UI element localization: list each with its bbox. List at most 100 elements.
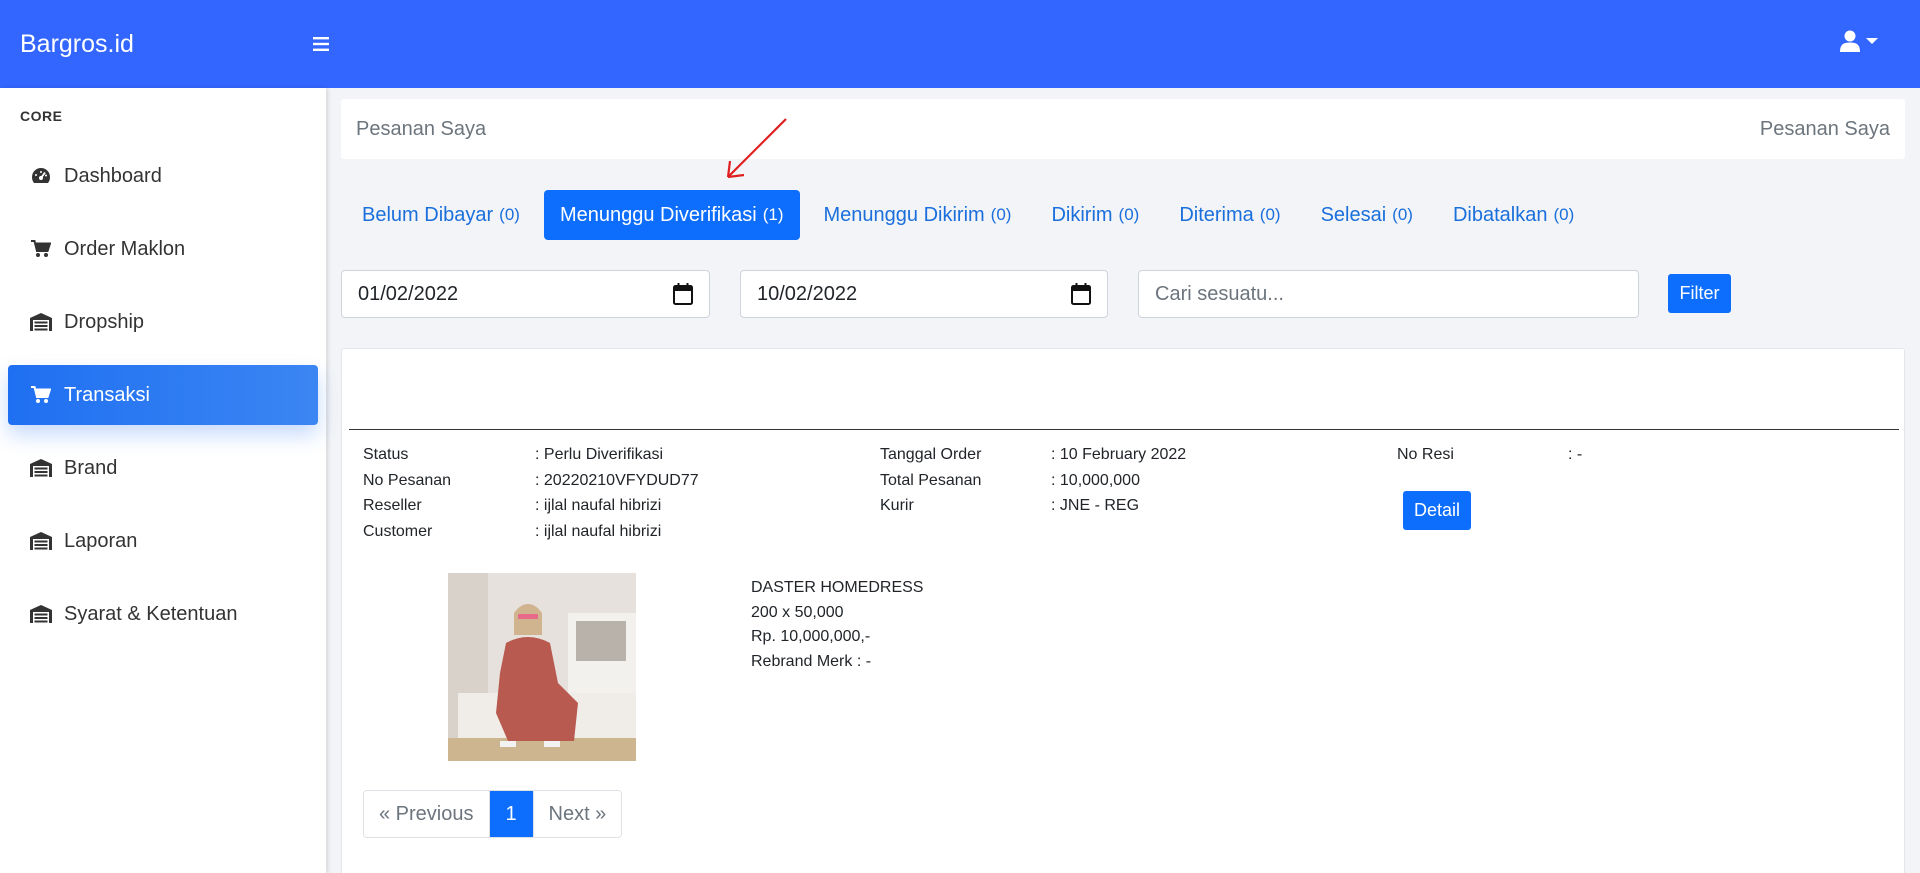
- sidebar-nav: Dashboard Order Maklon Dropship Transaks…: [0, 146, 326, 644]
- breadcrumb-item[interactable]: Pesanan Saya: [1760, 118, 1890, 141]
- sidebar-item-label: Transaksi: [64, 383, 150, 406]
- product-total: Rp. 10,000,000,-: [751, 628, 871, 645]
- order-info-col-1: Status : Perlu Diverifikasi No Pesanan: 2…: [363, 442, 699, 544]
- tab-label: Selesai: [1320, 203, 1387, 226]
- product-image: [448, 573, 636, 761]
- tab-count: (0): [499, 205, 520, 224]
- annotation-arrow-icon: [726, 118, 787, 179]
- tab-label: Dibatalkan: [1452, 203, 1548, 226]
- courier-value: : JNE - REG: [1051, 497, 1140, 514]
- reseller-row: Reseller : ijlal naufal hibrizi: [363, 493, 699, 519]
- sidebar-item-label: Laporan: [64, 529, 138, 552]
- sidebar-item-brand[interactable]: Brand: [8, 438, 318, 498]
- tab-label: Menunggu Diverifikasi: [559, 203, 757, 226]
- filter-button[interactable]: Filter: [1668, 274, 1731, 313]
- sidebar-item-label: Brand: [64, 456, 118, 479]
- order-info-col-2: Tanggal Order : 10 February 2022 Total Pe…: [880, 442, 1186, 519]
- page-title: Pesanan Saya: [356, 117, 487, 140]
- order-status-tabs: Belum Dibayar (0) Menunggu Diverifikasi (1…: [346, 190, 1598, 240]
- product-photo-illustration: [448, 573, 636, 761]
- pagination-page-1[interactable]: 1: [488, 791, 533, 837]
- tab-diterima[interactable]: Diterima (0): [1163, 190, 1296, 240]
- tab-count: (0): [1118, 205, 1140, 224]
- top-navbar: Bargros.id: [0, 0, 1920, 88]
- date-to-value: 10/02/2022: [757, 282, 858, 305]
- sidebar-item-label: Dashboard: [64, 164, 162, 187]
- customer-row: Customer : ijlal naufal hibrizi: [363, 519, 699, 545]
- calendar-icon[interactable]: [673, 283, 693, 305]
- status-value: : Perlu Diverifikasi: [535, 446, 664, 463]
- date-from-value: 01/02/2022: [358, 282, 459, 305]
- warehouse-icon: [28, 311, 54, 333]
- date-to-field[interactable]: 10/02/2022: [740, 270, 1108, 318]
- order-date-value: : 10 February 2022: [1051, 446, 1187, 463]
- order-status-row: Status : Perlu Diverifikasi: [363, 442, 699, 468]
- user-menu-dropdown[interactable]: [1840, 30, 1878, 52]
- tab-menunggu-dikirim[interactable]: Menunggu Dikirim (0): [808, 190, 1028, 240]
- sidebar: CORE Dashboard Order Maklon Dropship Tra…: [0, 88, 326, 873]
- sidebar-item-order-maklon[interactable]: Order Maklon: [8, 219, 318, 279]
- info-label: Kurir: [880, 497, 914, 514]
- product-details: DASTER HOMEDRESS 200 x 50,000 Rp. 10,000…: [751, 576, 923, 674]
- tab-count: (1): [762, 205, 784, 224]
- order-date-row: Tanggal Order : 10 February 2022: [880, 442, 1186, 468]
- pagination-next-button[interactable]: Next »: [532, 791, 622, 837]
- info-label: Status: [363, 446, 409, 463]
- tracking-value: : -: [1568, 446, 1583, 463]
- sidebar-item-dropship[interactable]: Dropship: [8, 292, 318, 352]
- tab-dibatalkan[interactable]: Dibatalkan (0): [1437, 190, 1590, 240]
- sidebar-item-transaksi[interactable]: Transaksi: [8, 365, 318, 425]
- order-total-row: Total Pesanan : 10,000,000: [880, 468, 1186, 494]
- sidebar-item-syarat-ketentuan[interactable]: Syarat & Ketentuan: [8, 584, 318, 644]
- warehouse-icon: [28, 603, 54, 625]
- order-card: Status : Perlu Diverifikasi No Pesanan: 2…: [341, 348, 1905, 873]
- tab-count: (0): [990, 205, 1012, 224]
- courier-row: Kurir : JNE - REG: [880, 493, 1186, 519]
- tab-count: (0): [1553, 205, 1575, 224]
- product-rebrand: Rebrand Merk : -: [751, 652, 872, 670]
- order-number-row: No Pesanan: 20220210VFYDUD77: [363, 468, 699, 494]
- info-label: No Resi: [1397, 446, 1454, 463]
- tab-menunggu-diverifikasi[interactable]: Menunggu Diverifikasi (1): [543, 190, 800, 240]
- order-divider: [349, 429, 1899, 430]
- sidebar-heading: CORE: [20, 108, 63, 124]
- search-input[interactable]: [1138, 270, 1639, 318]
- tab-belum-dibayar[interactable]: Belum Dibayar (0): [346, 190, 536, 240]
- sidebar-item-label: Syarat & Ketentuan: [64, 602, 238, 625]
- brand-logo[interactable]: Bargros.id: [20, 30, 306, 59]
- user-icon: [1840, 30, 1860, 52]
- gauge-icon: [28, 165, 54, 187]
- tracking-row: No Resi : -: [1397, 442, 1582, 468]
- tab-label: Dikirim: [1051, 203, 1113, 226]
- warehouse-icon: [28, 457, 54, 479]
- pagination: « Previous 1 Next »: [363, 790, 623, 838]
- chevron-down-icon: [1866, 38, 1878, 44]
- sidebar-item-dashboard[interactable]: Dashboard: [8, 146, 318, 206]
- cart-icon: [28, 238, 54, 260]
- breadcrumb: Pesanan Saya Pesanan Saya: [341, 99, 1905, 159]
- info-label: Tanggal Order: [880, 446, 982, 463]
- cart-icon: [28, 384, 54, 406]
- pagination-previous-button[interactable]: « Previous: [364, 791, 489, 837]
- detail-button[interactable]: Detail: [1403, 491, 1471, 530]
- reseller-value: : ijlal naufal hibrizi: [535, 497, 662, 514]
- sidebar-toggle-button[interactable]: [306, 29, 336, 59]
- sidebar-item-laporan[interactable]: Laporan: [8, 511, 318, 571]
- tab-selesai[interactable]: Selesai (0): [1305, 190, 1429, 240]
- info-label: Reseller: [363, 497, 422, 514]
- product-qty-price: 200 x 50,000: [751, 603, 844, 621]
- order-number-value: : 20220210VFYDUD77: [535, 471, 699, 489]
- warehouse-icon: [28, 530, 54, 552]
- tab-count: (0): [1259, 205, 1281, 224]
- customer-value: : ijlal naufal hibrizi: [535, 522, 662, 540]
- tab-count: (0): [1392, 205, 1413, 224]
- order-info-col-3: No Resi : -: [1397, 442, 1582, 468]
- date-from-field[interactable]: 01/02/2022: [341, 270, 710, 318]
- order-total-value: : 10,000,000: [1051, 471, 1140, 489]
- info-label: Customer: [363, 522, 433, 540]
- info-label: Total Pesanan: [880, 471, 982, 489]
- tab-dikirim[interactable]: Dikirim (0): [1035, 190, 1155, 240]
- tab-label: Diterima: [1179, 203, 1254, 226]
- calendar-icon[interactable]: [1071, 283, 1091, 305]
- sidebar-item-label: Order Maklon: [64, 237, 186, 260]
